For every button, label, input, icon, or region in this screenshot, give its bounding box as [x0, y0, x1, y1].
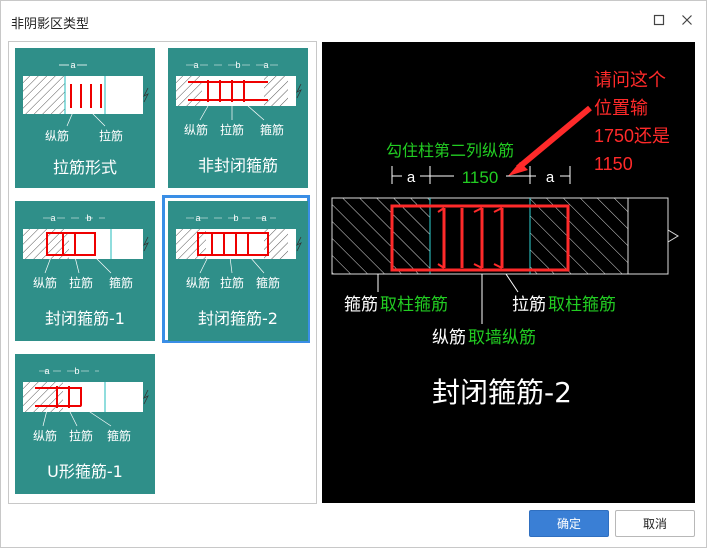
- legend-tie: 拉筋: [69, 275, 93, 290]
- question-line-4: 1150: [594, 154, 633, 174]
- dialog-title: 非阴影区类型: [11, 16, 90, 31]
- legend-tie: 拉筋: [220, 275, 244, 290]
- dim-a-left: a: [407, 169, 416, 186]
- legend-stirrup: 箍筋: [256, 275, 280, 290]
- dim-b-label: b: [235, 60, 240, 70]
- label-stirrup: 箍筋: [344, 295, 378, 314]
- question-line-3: 1750还是: [594, 126, 670, 146]
- dim-a-label: a: [50, 213, 55, 223]
- label-stirrup-source: 取柱箍筋: [380, 295, 448, 314]
- tile-label: 封闭箍筋-1: [45, 309, 125, 328]
- legend-tie: 拉筋: [220, 122, 244, 137]
- tile-card: a b 纵筋 拉筋 箍筋 封闭箍筋-1: [15, 201, 155, 341]
- tile-card: a 纵筋 拉筋 拉筋形式: [15, 48, 155, 188]
- dim-a-label: a: [195, 213, 200, 223]
- legend-stirrup: 箍筋: [107, 428, 131, 443]
- tile-card: a b a 纵筋 拉筋 箍筋 非封闭箍筋: [168, 48, 308, 188]
- tile-card: a b 纵筋 拉筋 箍筋 U形箍筋-1: [15, 354, 155, 494]
- legend-longitudinal: 纵筋: [33, 275, 57, 290]
- cancel-button[interactable]: 取消: [615, 510, 695, 537]
- dim-a-label-right: a: [263, 60, 268, 70]
- preview-panel: 请问这个 位置输 1750还是 1150 勾住柱第二列纵筋 a 1150 a 箍…: [322, 42, 695, 503]
- label-longitudinal: 纵筋: [432, 328, 466, 347]
- title-bar: 非阴影区类型: [1, 1, 706, 39]
- label-longitudinal-source: 取墙纵筋: [468, 328, 536, 347]
- close-icon: [682, 15, 692, 25]
- tile-label: 非封闭箍筋: [197, 156, 278, 175]
- heading-green: 勾住柱第二列纵筋: [386, 142, 514, 160]
- legend-longitudinal: 纵筋: [186, 275, 210, 290]
- label-tie: 拉筋: [512, 295, 546, 314]
- dim-mid-value: 1150: [462, 168, 499, 187]
- tile-label: U形箍筋-1: [47, 462, 123, 481]
- question-line-1: 请问这个: [594, 70, 666, 90]
- legend-tie: 拉筋: [99, 128, 123, 143]
- maximize-button[interactable]: [648, 9, 670, 31]
- dim-a-right: a: [546, 169, 555, 186]
- close-button[interactable]: [676, 9, 698, 31]
- ok-button[interactable]: 确定: [529, 510, 609, 537]
- legend-tie: 拉筋: [69, 428, 93, 443]
- square-icon: [653, 14, 665, 26]
- dim-b-label: b: [74, 366, 79, 376]
- tile-closed-stirrup-2[interactable]: a b a 纵筋 拉筋 箍筋 封闭箍筋-2: [162, 195, 310, 343]
- tile-card: a b a 纵筋 拉筋 箍筋 封闭箍筋-2: [168, 201, 308, 341]
- legend-longitudinal: 纵筋: [184, 122, 208, 137]
- tile-u-stirrup-1[interactable]: a b 纵筋 拉筋 箍筋 U形箍筋-1: [9, 348, 157, 496]
- tile-tie-bar[interactable]: a 纵筋 拉筋 拉筋形式: [9, 42, 157, 190]
- tile-open-stirrup[interactable]: a b a 纵筋 拉筋 箍筋 非封闭箍筋: [162, 42, 310, 190]
- legend-stirrup: 箍筋: [109, 275, 133, 290]
- tile-label: 封闭箍筋-2: [198, 309, 278, 328]
- question-line-2: 位置输: [594, 98, 648, 118]
- preview-title: 封闭箍筋-2: [432, 376, 572, 409]
- legend-longitudinal: 纵筋: [33, 428, 57, 443]
- legend-stirrup: 箍筋: [260, 122, 284, 137]
- tile-label: 拉筋形式: [52, 158, 117, 177]
- preview-diagram: 请问这个 位置输 1750还是 1150 勾住柱第二列纵筋 a 1150 a 箍…: [331, 70, 679, 409]
- dim-a-label: a: [70, 60, 75, 70]
- type-list: a 纵筋 拉筋 拉筋形式 a b a 纵筋 拉筋 箍筋 非封闭箍筋 a b 纵筋…: [8, 41, 317, 504]
- label-tie-source: 取柱箍筋: [548, 295, 616, 314]
- tile-closed-stirrup-1[interactable]: a b 纵筋 拉筋 箍筋 封闭箍筋-1: [9, 195, 157, 343]
- dim-a-label: a: [193, 60, 198, 70]
- dialog-window: 非阴影区类型 a 纵筋 拉筋 拉筋形式 a b a 纵筋 拉筋 箍筋 非封闭箍筋…: [0, 0, 707, 548]
- legend-longitudinal: 纵筋: [45, 128, 69, 143]
